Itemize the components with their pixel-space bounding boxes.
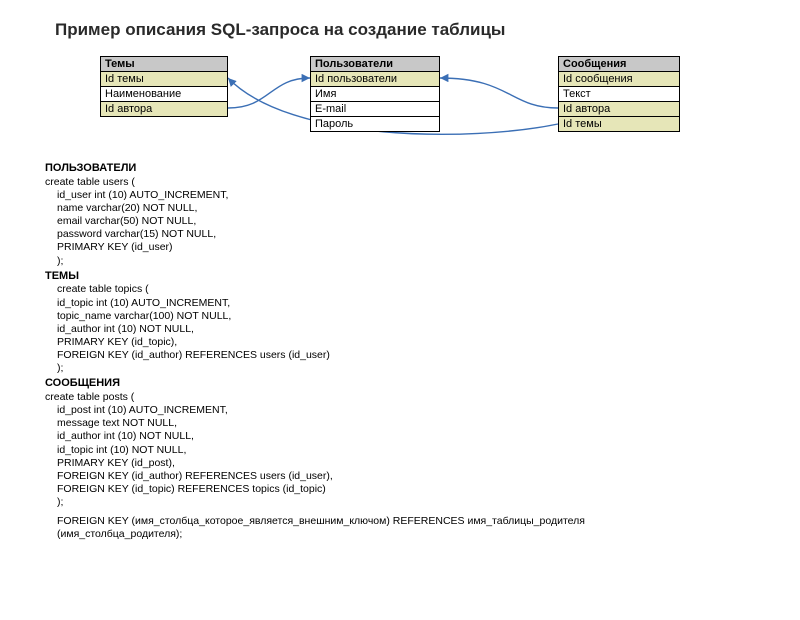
table-posts: Сообщения Id сообщения Текст Id автора I… [558, 56, 680, 132]
table-users-row: E-mail [310, 102, 440, 117]
er-diagram: Темы Id темы Наименование Id автора Поль… [40, 54, 760, 154]
sql-line: PRIMARY KEY (id_topic), [45, 336, 800, 349]
sql-content: ПОЛЬЗОВАТЕЛИ create table users ( id_use… [45, 162, 800, 541]
table-posts-row: Id сообщения [558, 72, 680, 87]
table-topics-row: Наименование [100, 87, 228, 102]
sql-line: name varchar(20) NOT NULL, [45, 202, 800, 215]
sql-line: FOREIGN KEY (id_author) REFERENCES users… [45, 349, 800, 362]
sql-line: id_user int (10) AUTO_INCREMENT, [45, 189, 800, 202]
sql-line: FOREIGN KEY (id_author) REFERENCES users… [45, 470, 800, 483]
table-topics-header: Темы [100, 56, 228, 72]
table-topics-row: Id автора [100, 102, 228, 117]
sql-line: PRIMARY KEY (id_post), [45, 457, 800, 470]
sql-line: id_author int (10) NOT NULL, [45, 430, 800, 443]
table-users-row: Пароль [310, 117, 440, 132]
table-users-header: Пользователи [310, 56, 440, 72]
sql-heading-posts: СООБЩЕНИЯ [45, 377, 800, 391]
table-posts-row: Текст [558, 87, 680, 102]
sql-line: message text NOT NULL, [45, 417, 800, 430]
table-posts-header: Сообщения [558, 56, 680, 72]
sql-line: id_topic int (10) NOT NULL, [45, 444, 800, 457]
sql-line: create table posts ( [45, 391, 800, 404]
sql-line: password varchar(15) NOT NULL, [45, 228, 800, 241]
sql-line: id_topic int (10) AUTO_INCREMENT, [45, 297, 800, 310]
table-users-row: Id пользователи [310, 72, 440, 87]
page-title: Пример описания SQL-запроса на создание … [55, 20, 800, 40]
table-topics-row: Id темы [100, 72, 228, 87]
table-posts-row: Id темы [558, 117, 680, 132]
sql-heading-topics: ТЕМЫ [45, 270, 800, 284]
sql-line: create table users ( [45, 176, 800, 189]
sql-line: PRIMARY KEY (id_user) [45, 241, 800, 254]
sql-line: id_post int (10) AUTO_INCREMENT, [45, 404, 800, 417]
table-topics: Темы Id темы Наименование Id автора [100, 56, 228, 117]
sql-heading-users: ПОЛЬЗОВАТЕЛИ [45, 162, 800, 176]
sql-line: FOREIGN KEY (id_topic) REFERENCES topics… [45, 483, 800, 496]
sql-line: ); [45, 362, 800, 375]
table-posts-row: Id автора [558, 102, 680, 117]
sql-line: topic_name varchar(100) NOT NULL, [45, 310, 800, 323]
sql-line: ); [45, 496, 800, 509]
table-users: Пользователи Id пользователи Имя E-mail … [310, 56, 440, 132]
sql-line: create table topics ( [45, 283, 800, 296]
foreign-key-syntax-note: FOREIGN KEY (имя_столбца_которое_являетс… [45, 515, 697, 541]
sql-line: id_author int (10) NOT NULL, [45, 323, 800, 336]
table-users-row: Имя [310, 87, 440, 102]
sql-line: ); [45, 255, 800, 268]
sql-line: email varchar(50) NOT NULL, [45, 215, 800, 228]
